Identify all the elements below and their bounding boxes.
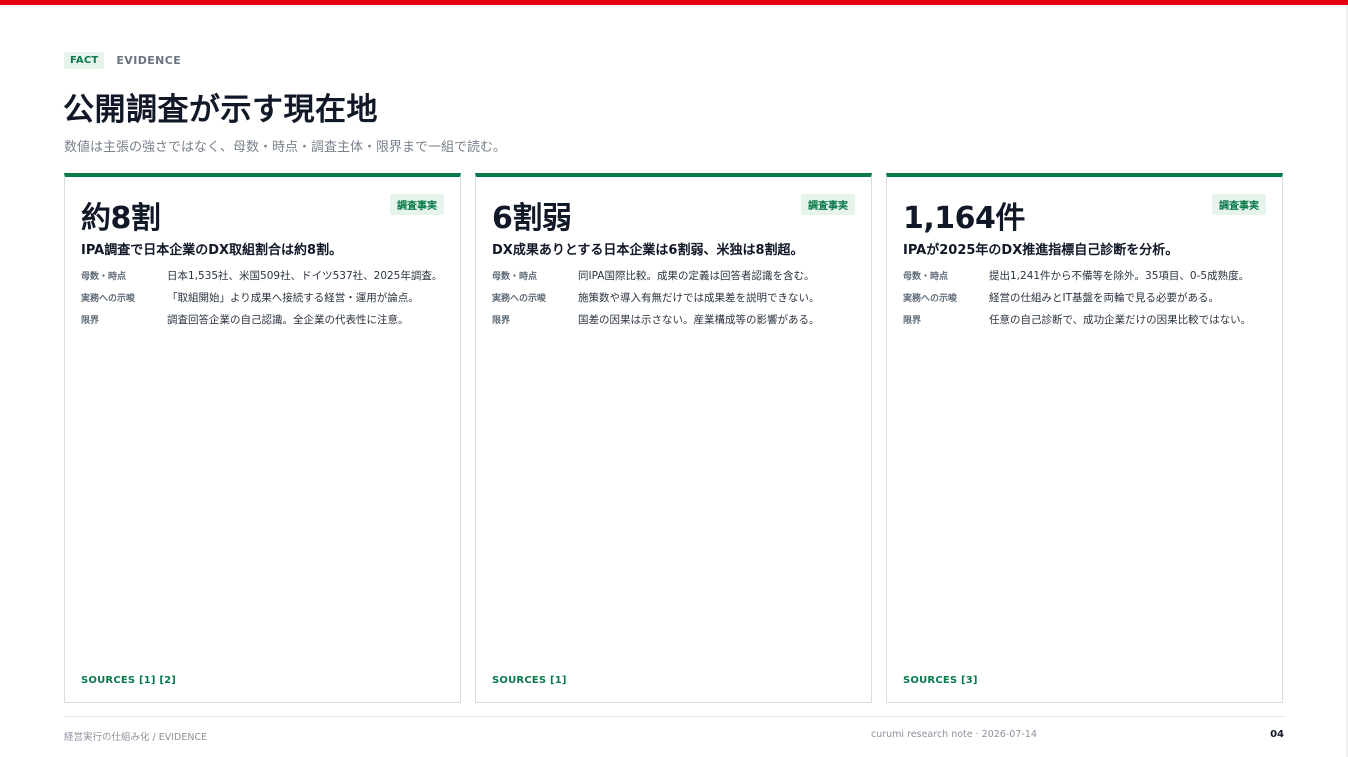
- row-label: 限界: [492, 316, 511, 326]
- detail-row: 限界 国差の因果は示さない。産業構成等の影響がある。: [492, 312, 860, 334]
- evidence-card: 1,164件 調査事実 IPAが2025年のDX推進指標自己診断を分析。 母数・…: [886, 173, 1283, 703]
- evidence-card: 約8割 調査事実 IPA調査で日本企業のDX取組割合は約8割。 母数・時点 日本…: [64, 173, 461, 703]
- row-label: 限界: [81, 316, 100, 326]
- page-title: 公開調査が示す現在地: [63, 92, 378, 128]
- card-sources: SOURCES [1]: [492, 675, 567, 686]
- card-sources: SOURCES [1] [2]: [81, 675, 177, 686]
- detail-row: 実務への示唆 「取組開始」より成果へ接続する経営・運用が論点。: [81, 290, 449, 312]
- card-headline: IPAが2025年のDX推進指標自己診断を分析。: [903, 243, 1179, 258]
- detail-row: 母数・時点 提出1,241件から不備等を除外。35項目、0-5成熟度。: [903, 268, 1271, 290]
- row-value: 経営の仕組みとIT基盤を両輪で見る必要がある。: [989, 292, 1220, 304]
- eyebrow: FACT EVIDENCE: [64, 51, 181, 69]
- row-label: 実務への示唆: [492, 294, 547, 304]
- page-subtitle: 数値は主張の強さではなく、母数・時点・調査主体・限界まで一組で読む。: [64, 140, 507, 155]
- detail-row: 実務への示唆 施策数や導入有無だけでは成果差を説明できない。: [492, 290, 860, 312]
- row-value: 任意の自己診断で、成功企業だけの因果比較ではない。: [989, 314, 1252, 326]
- detail-row: 母数・時点 同IPA国際比較。成果の定義は回答者認識を含む。: [492, 268, 860, 290]
- card-badge: 調査事実: [801, 194, 855, 215]
- card-sources: SOURCES [3]: [903, 675, 978, 686]
- card-detail-rows: 母数・時点 日本1,535社、米国509社、ドイツ537社、2025年調査。 実…: [81, 268, 449, 334]
- row-label: 実務への示唆: [81, 294, 136, 304]
- detail-row: 限界 調査回答企業の自己認識。全企業の代表性に注意。: [81, 312, 449, 334]
- card-metric: 6割弱: [492, 201, 572, 236]
- footer-section-label: 経営実行の仕組み化 / EVIDENCE: [64, 732, 208, 743]
- detail-row: 実務への示唆 経営の仕組みとIT基盤を両輪で見る必要がある。: [903, 290, 1271, 312]
- card-metric: 約8割: [81, 201, 161, 236]
- fact-tag: FACT: [64, 51, 105, 69]
- detail-row: 母数・時点 日本1,535社、米国509社、ドイツ537社、2025年調査。: [81, 268, 449, 290]
- row-value: 提出1,241件から不備等を除外。35項目、0-5成熟度。: [989, 270, 1250, 282]
- row-value: 「取組開始」より成果へ接続する経営・運用が論点。: [167, 292, 419, 304]
- page-number: 04: [1270, 729, 1284, 740]
- row-value: 施策数や導入有無だけでは成果差を説明できない。: [578, 292, 820, 304]
- row-value: 調査回答企業の自己認識。全企業の代表性に注意。: [167, 314, 409, 326]
- row-label: 母数・時点: [81, 272, 127, 282]
- evidence-label: EVIDENCE: [116, 53, 182, 67]
- card-badge: 調査事実: [1212, 194, 1266, 215]
- row-value: 国差の因果は示さない。産業構成等の影響がある。: [578, 314, 820, 326]
- evidence-card: 6割弱 調査事実 DX成果ありとする日本企業は6割弱、米独は8割超。 母数・時点…: [475, 173, 872, 703]
- card-headline: IPA調査で日本企業のDX取組割合は約8割。: [81, 243, 343, 258]
- card-headline: DX成果ありとする日本企業は6割弱、米独は8割超。: [492, 243, 804, 258]
- card-detail-rows: 母数・時点 提出1,241件から不備等を除外。35項目、0-5成熟度。 実務への…: [903, 268, 1271, 334]
- row-value: 同IPA国際比較。成果の定義は回答者認識を含む。: [578, 270, 815, 282]
- row-label: 母数・時点: [903, 272, 949, 282]
- row-label: 実務への示唆: [903, 294, 958, 304]
- row-label: 母数・時点: [492, 272, 538, 282]
- card-badge: 調査事実: [390, 194, 444, 215]
- top-accent-bar: [0, 0, 1348, 5]
- footer-note: curumi research note · 2026-07-14: [871, 729, 1037, 740]
- row-label: 限界: [903, 316, 922, 326]
- card-metric: 1,164件: [903, 201, 1025, 236]
- footer-divider: [64, 716, 1284, 717]
- row-value: 日本1,535社、米国509社、ドイツ537社、2025年調査。: [167, 270, 443, 282]
- card-detail-rows: 母数・時点 同IPA国際比較。成果の定義は回答者認識を含む。 実務への示唆 施策…: [492, 268, 860, 334]
- detail-row: 限界 任意の自己診断で、成功企業だけの因果比較ではない。: [903, 312, 1271, 334]
